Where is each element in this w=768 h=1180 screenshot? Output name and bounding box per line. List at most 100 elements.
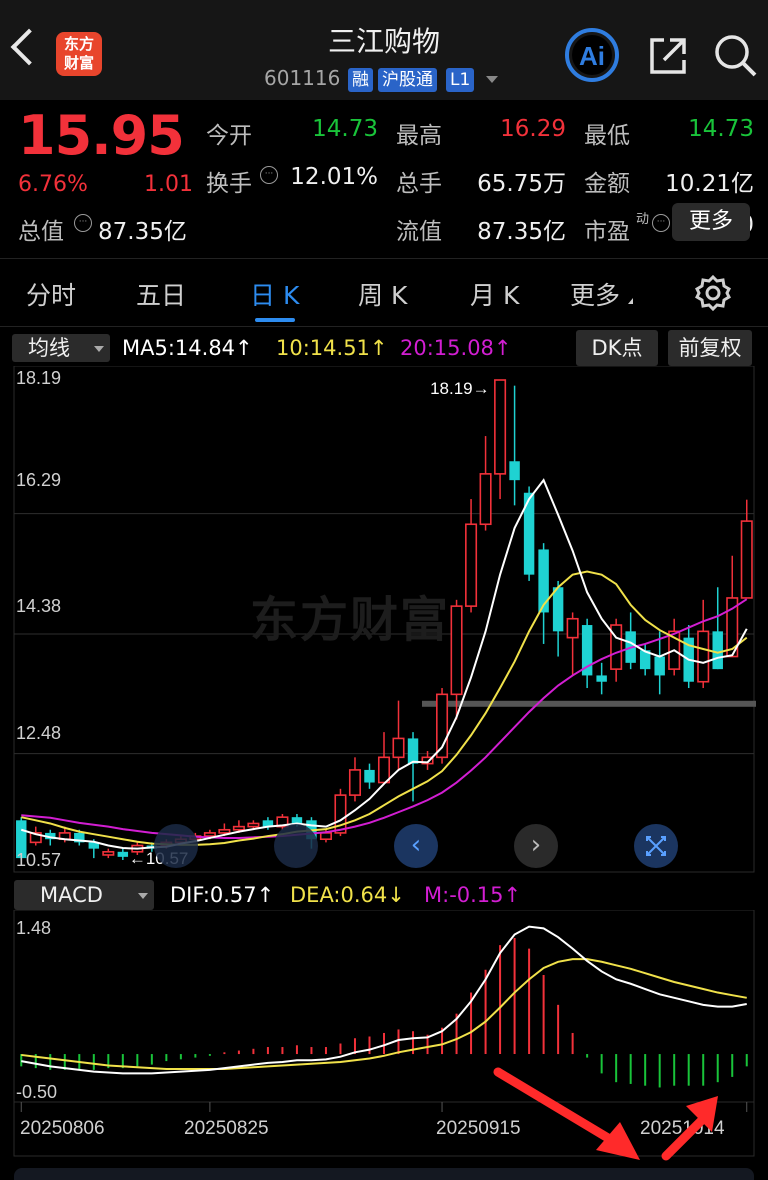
bottom-panel-handle	[14, 1168, 754, 1180]
ai-assistant-icon[interactable]: Ai	[564, 28, 622, 84]
macd-dea: DEA:0.64↓	[290, 883, 405, 907]
dk-point-button[interactable]: DK点	[576, 330, 658, 366]
tab-more[interactable]: 更多	[570, 276, 620, 312]
zoom-in-button[interactable]	[274, 824, 318, 868]
settings-gear-icon[interactable]	[694, 274, 732, 312]
candle-body	[377, 756, 391, 784]
candle-body	[712, 631, 723, 670]
candle-body	[203, 832, 216, 837]
volume-value: 65.75万	[477, 171, 566, 197]
candle-body	[596, 675, 607, 682]
stock-switch-chevron-icon[interactable]	[486, 76, 498, 83]
tab-daily-k[interactable]: 日 K	[250, 276, 299, 312]
candle-body	[494, 379, 507, 475]
adjust-button[interactable]: 前复权	[668, 330, 752, 366]
margin-tag: 融	[348, 68, 373, 92]
tab-intraday[interactable]: 分时	[26, 276, 76, 312]
x-tick-label: 20250806	[20, 1118, 105, 1139]
change-amount: 1.01	[144, 172, 193, 197]
macd-selector-label: MACD	[40, 883, 103, 907]
candle-body	[552, 587, 564, 632]
stock-connect-tag: 沪股通	[378, 68, 437, 92]
candle-body	[364, 769, 375, 783]
candle-body	[218, 828, 231, 834]
y-tick-label: 14.38	[16, 596, 61, 616]
divider	[0, 258, 768, 259]
candle-body	[479, 473, 492, 526]
amount-value: 10.21亿	[665, 171, 754, 197]
change-percent: 6.76%	[18, 172, 88, 197]
candle-body	[392, 737, 405, 759]
divider	[0, 326, 768, 327]
macd-selector[interactable]: MACD	[14, 880, 154, 910]
ma5-value: MA5:14.84↑	[122, 336, 253, 360]
candle-body	[509, 461, 520, 481]
pe-ratio-label: 市盈	[584, 219, 630, 245]
candle-body	[740, 520, 753, 599]
ma10-value: 10:14.51↑	[276, 336, 388, 360]
y-tick-label: 16.29	[16, 470, 61, 490]
info-icon[interactable]: ···	[652, 214, 670, 232]
candle-body	[348, 769, 362, 796]
y-tick-label: 12.48	[16, 723, 61, 743]
total-value-label: 总值	[18, 219, 64, 245]
fullscreen-button[interactable]	[634, 824, 678, 868]
candle-body	[566, 617, 579, 639]
candle-body	[697, 630, 710, 683]
macd-m: M:-0.15↑	[424, 883, 522, 907]
candle-body	[538, 549, 549, 613]
annotation-arrows	[493, 1067, 718, 1161]
open-value: 14.73	[312, 116, 378, 142]
stock-code: 601116	[264, 66, 341, 90]
tab-monthly-k[interactable]: 月 K	[470, 276, 519, 312]
candle-body	[319, 832, 332, 841]
pe-dynamic-sup: 动	[636, 212, 650, 227]
float-value-label: 流值	[396, 219, 442, 245]
candle-body	[450, 605, 463, 696]
candle-body	[407, 738, 419, 764]
scroll-right-button[interactable]: ›	[514, 824, 558, 868]
high-annotation: 18.19→	[430, 379, 490, 398]
share-icon[interactable]	[646, 34, 690, 78]
scroll-left-button[interactable]: ‹	[394, 824, 438, 868]
turnover-value: 12.01%	[290, 164, 378, 190]
candle-body	[465, 523, 478, 607]
turnover-label: 换手	[206, 171, 252, 197]
macd-y-max: 1.48	[16, 918, 51, 938]
total-value: 87.35亿	[98, 219, 187, 245]
zoom-out-button[interactable]	[154, 824, 198, 868]
svg-text:Ai: Ai	[579, 41, 605, 71]
ma5-line	[20, 478, 748, 850]
amount-label: 金额	[584, 171, 630, 197]
candle-body	[247, 822, 260, 828]
float-value-value: 87.35亿	[477, 219, 566, 245]
macd-y-min: -0.50	[16, 1082, 57, 1102]
y-tick-label: 10.57	[16, 850, 61, 870]
high-value: 16.29	[500, 116, 566, 142]
level-tag: L1	[446, 68, 475, 92]
watermark: 东方财富	[250, 592, 451, 648]
y-tick-label: 18.19	[16, 368, 61, 388]
search-icon[interactable]	[712, 32, 760, 80]
low-value: 14.73	[688, 116, 754, 142]
high-label: 最高	[396, 123, 442, 149]
open-label: 今开	[206, 123, 252, 149]
active-tab-indicator	[255, 318, 295, 322]
ma-selector[interactable]: 均线	[12, 334, 110, 362]
support-line	[422, 700, 756, 707]
chevron-down-icon	[94, 346, 104, 352]
tab-weekly-k[interactable]: 周 K	[358, 276, 407, 312]
tab-five-day[interactable]: 五日	[136, 276, 186, 312]
candle-body	[654, 656, 665, 676]
candle-body	[232, 825, 245, 831]
candle-body	[102, 851, 115, 856]
ma-selector-label: 均线	[28, 336, 70, 360]
candle-body	[117, 851, 129, 857]
info-icon[interactable]: ···	[260, 166, 278, 184]
ma20-value: 20:15.08↑	[400, 336, 512, 360]
expand-icon	[646, 836, 666, 856]
info-icon[interactable]: ···	[74, 214, 92, 232]
more-quote-button[interactable]: 更多	[672, 203, 750, 241]
macd-dif: DIF:0.57↑	[170, 883, 275, 907]
volume-label: 总手	[396, 171, 442, 197]
